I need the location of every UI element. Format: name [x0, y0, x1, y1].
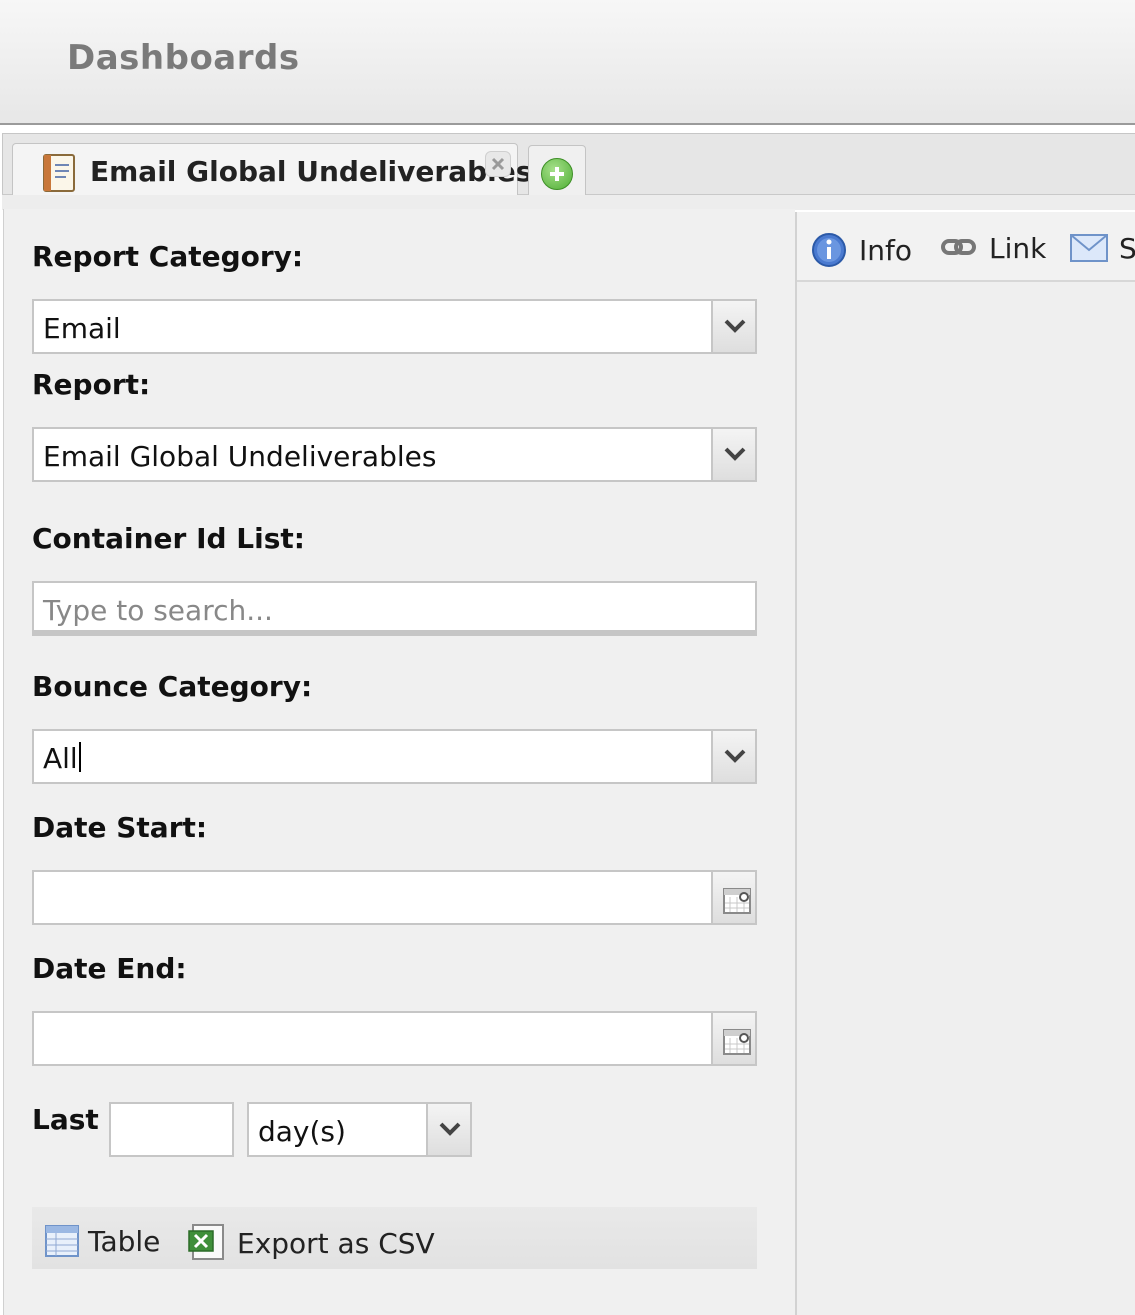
report-output-panel: Info Link S [795, 212, 1135, 1315]
date-start-label: Date Start: [32, 811, 208, 844]
container-id-list-label: Container Id List: [32, 522, 305, 555]
info-button[interactable]: Info [811, 232, 912, 268]
send-button[interactable]: S [1069, 232, 1135, 265]
chevron-down-icon[interactable] [711, 429, 755, 480]
report-category-label: Report Category: [32, 240, 304, 273]
chevron-down-icon[interactable] [711, 731, 755, 782]
report-actions-toolbar: Table Export as CSV [32, 1207, 757, 1275]
report-document-icon [43, 154, 75, 192]
tab-label: Email Global Undeliverables [90, 155, 533, 188]
calendar-picker-button[interactable] [711, 872, 755, 923]
last-unit-combo[interactable]: day(s) [247, 1102, 472, 1157]
last-unit-value[interactable]: day(s) [258, 1115, 346, 1148]
table-icon [45, 1225, 79, 1257]
info-button-label: Info [859, 234, 912, 267]
app-header: Dashboards [0, 0, 1135, 125]
export-csv-button[interactable]: Export as CSV [187, 1223, 435, 1261]
export-csv-button-label: Export as CSV [237, 1227, 435, 1260]
chevron-down-icon[interactable] [426, 1104, 470, 1155]
report-value[interactable]: Email Global Undeliverables [43, 440, 436, 473]
link-icon [941, 239, 976, 255]
container-id-placeholder: Type to search... [43, 594, 273, 627]
mail-icon [1070, 234, 1108, 262]
date-end-label: Date End: [32, 952, 187, 985]
text-cursor [78, 742, 81, 772]
output-toolbar: Info Link S [797, 212, 1135, 282]
report-category-value[interactable]: Email [43, 312, 121, 345]
calendar-icon [723, 888, 751, 914]
info-icon [812, 233, 846, 267]
chevron-down-icon[interactable] [711, 301, 755, 352]
send-button-label: S [1119, 232, 1135, 265]
container-id-search-input[interactable]: Type to search... [32, 581, 757, 636]
last-label: Last [32, 1103, 99, 1136]
add-tab-button[interactable] [528, 145, 586, 195]
add-tab-icon [541, 158, 573, 190]
bounce-category-label: Bounce Category: [32, 670, 313, 703]
table-button[interactable]: Table [44, 1223, 160, 1259]
date-start-field[interactable] [32, 870, 757, 925]
report-category-combo[interactable]: Email [32, 299, 757, 354]
bounce-category-value: All [43, 742, 78, 775]
tab-strip-divider [2, 194, 1135, 210]
last-count-input[interactable] [109, 1102, 234, 1157]
calendar-icon [723, 1029, 751, 1055]
page-title: Dashboards [67, 38, 300, 78]
bounce-category-input[interactable]: All [43, 742, 81, 775]
link-button[interactable]: Link [941, 232, 1046, 265]
link-button-label: Link [989, 232, 1047, 265]
spreadsheet-export-icon [188, 1224, 224, 1260]
report-combo[interactable]: Email Global Undeliverables [32, 427, 757, 482]
calendar-picker-button[interactable] [711, 1013, 755, 1064]
table-button-label: Table [88, 1225, 161, 1258]
bounce-category-combo[interactable]: All [32, 729, 757, 784]
date-end-field[interactable] [32, 1011, 757, 1066]
report-label: Report: [32, 368, 151, 401]
tab-close-icon[interactable] [485, 151, 511, 177]
